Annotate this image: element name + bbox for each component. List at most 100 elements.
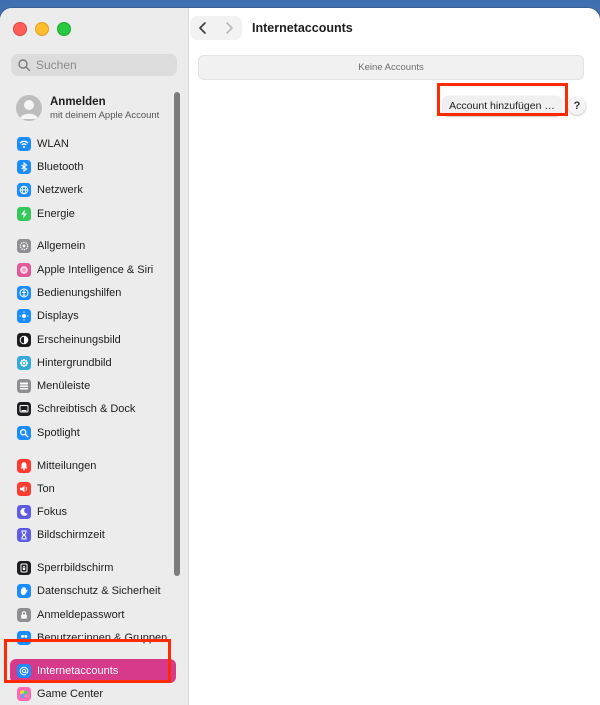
add-account-button[interactable]: Account hinzufügen … bbox=[443, 96, 561, 116]
nav-group-separator bbox=[10, 547, 176, 557]
nav-group-separator bbox=[10, 650, 176, 660]
person-icon bbox=[20, 100, 38, 119]
sidebar-item-menüleiste[interactable]: Menüleiste bbox=[10, 374, 176, 397]
siri-icon bbox=[17, 262, 31, 277]
sidebar-item-label: Bluetooth bbox=[37, 160, 84, 173]
nav-group-separator bbox=[10, 225, 176, 235]
at-icon bbox=[17, 663, 31, 678]
search-field[interactable] bbox=[11, 54, 177, 76]
avatar bbox=[16, 95, 42, 121]
magnifier-icon bbox=[17, 425, 31, 440]
signin-subtitle: mit deinem Apple Account bbox=[50, 109, 160, 121]
gamecenter-icon bbox=[17, 687, 31, 702]
sidebar-item-label: Datenschutz & Sicherheit bbox=[37, 585, 161, 598]
sidebar-item-label: Ton bbox=[37, 482, 55, 495]
sidebar-item-apple-intelligence-siri[interactable]: Apple Intelligence & Siri bbox=[10, 258, 176, 281]
sidebar-item-label: Bildschirmzeit bbox=[37, 529, 105, 542]
sidebar-item-label: Sperrbildschirm bbox=[37, 562, 114, 575]
window-controls bbox=[13, 22, 71, 36]
menubar-icon bbox=[17, 379, 31, 394]
sidebar-item-benutzer-innen-gruppen[interactable]: Benutzer:innen & Gruppen bbox=[10, 626, 176, 649]
sidebar-item-label: Mitteilungen bbox=[37, 459, 97, 472]
history-buttons bbox=[190, 16, 242, 40]
sidebar-item-bildschirmzeit[interactable]: Bildschirmzeit bbox=[10, 524, 176, 547]
accounts-list-empty: Keine Accounts bbox=[198, 55, 584, 80]
sidebar-item-game-center[interactable]: Game Center bbox=[10, 683, 176, 705]
sidebar-item-label: WLAN bbox=[37, 137, 69, 150]
sidebar-nav: WLAN Bluetooth Netzwerk Energie Allgemein App… bbox=[10, 132, 176, 705]
hourglass-icon bbox=[17, 528, 31, 543]
sidebar-item-wlan[interactable]: WLAN bbox=[10, 132, 176, 155]
sidebar-item-label: Spotlight bbox=[37, 426, 80, 439]
sidebar-item-label: Energie bbox=[37, 207, 75, 220]
sidebar-item-label: Game Center bbox=[37, 688, 104, 701]
sidebar-item-datenschutz-sicherheit[interactable]: Datenschutz & Sicherheit bbox=[10, 580, 176, 603]
sidebar-item-label: Displays bbox=[37, 310, 79, 323]
speaker-icon bbox=[17, 481, 31, 496]
bluetooth-icon bbox=[17, 159, 31, 174]
appearance-icon bbox=[17, 332, 31, 347]
close-window-button[interactable] bbox=[13, 22, 27, 36]
add-account-label: Account hinzufügen … bbox=[449, 100, 555, 112]
sidebar-item-allgemein[interactable]: Allgemein bbox=[10, 235, 176, 258]
search-icon bbox=[18, 59, 31, 72]
sidebar-item-label: Menüleiste bbox=[37, 380, 91, 393]
lock-icon bbox=[17, 607, 31, 622]
sidebar-item-schreibtisch-dock[interactable]: Schreibtisch & Dock bbox=[10, 398, 176, 421]
help-label: ? bbox=[573, 100, 581, 112]
hand-icon bbox=[17, 584, 31, 599]
apple-account-signin[interactable]: Anmelden mit deinem Apple Account bbox=[16, 92, 181, 124]
sidebar-item-label: Hintergrundbild bbox=[37, 356, 112, 369]
sidebar-item-label: Netzwerk bbox=[37, 184, 83, 197]
sidebar-item-displays[interactable]: Displays bbox=[10, 305, 176, 328]
sidebar-item-sperrbildschirm[interactable]: Sperrbildschirm bbox=[10, 557, 176, 580]
sidebar-item-bluetooth[interactable]: Bluetooth bbox=[10, 155, 176, 178]
search-input[interactable] bbox=[36, 58, 166, 72]
sidebar-item-label: Internetaccounts bbox=[37, 664, 119, 677]
chevron-right-icon bbox=[226, 22, 233, 34]
dock-icon bbox=[17, 402, 31, 417]
sidebar-item-ton[interactable]: Ton bbox=[10, 477, 176, 500]
sidebar-item-label: Apple Intelligence & Siri bbox=[37, 263, 154, 276]
sidebar-item-label: Schreibtisch & Dock bbox=[37, 403, 136, 416]
bell-icon bbox=[17, 458, 31, 473]
wifi-icon bbox=[17, 136, 31, 151]
sidebar-item-mitteilungen[interactable]: Mitteilungen bbox=[10, 454, 176, 477]
sidebar-item-label: Anmeldepasswort bbox=[37, 608, 125, 621]
empty-state-text: Keine Accounts bbox=[358, 62, 424, 73]
wallpaper-icon bbox=[17, 355, 31, 370]
toolbar: Internetaccounts bbox=[188, 8, 600, 48]
sun-icon bbox=[17, 309, 31, 324]
sidebar-item-spotlight[interactable]: Spotlight bbox=[10, 421, 176, 444]
moon-icon bbox=[17, 505, 31, 520]
sidebar-item-label: Bedienungshilfen bbox=[37, 286, 122, 299]
signin-title: Anmelden bbox=[50, 95, 106, 108]
help-button[interactable]: ? bbox=[568, 97, 586, 115]
sidebar-item-bedienungshilfen[interactable]: Bedienungshilfen bbox=[10, 281, 176, 304]
users-icon bbox=[17, 631, 31, 646]
sidebar-item-label: Benutzer:innen & Gruppen bbox=[37, 632, 168, 645]
lock-screen-icon bbox=[17, 561, 31, 576]
zoom-window-button[interactable] bbox=[57, 22, 71, 36]
accessibility-icon bbox=[17, 285, 31, 300]
sidebar-scrollbar[interactable] bbox=[174, 92, 180, 576]
globe-icon bbox=[17, 183, 31, 198]
sidebar-item-energie[interactable]: Energie bbox=[10, 202, 176, 225]
sidebar-item-hintergrundbild[interactable]: Hintergrundbild bbox=[10, 351, 176, 374]
sidebar-item-fokus[interactable]: Fokus bbox=[10, 500, 176, 523]
minimize-window-button[interactable] bbox=[35, 22, 49, 36]
sidebar-item-anmeldepasswort[interactable]: Anmeldepasswort bbox=[10, 603, 176, 626]
page-title: Internetaccounts bbox=[252, 21, 353, 35]
forward-button[interactable] bbox=[216, 16, 242, 40]
battery-icon bbox=[17, 206, 31, 221]
settings-window: Anmelden mit deinem Apple Account WLAN Bl… bbox=[0, 8, 600, 705]
sidebar: Anmelden mit deinem Apple Account WLAN Bl… bbox=[0, 8, 189, 705]
sidebar-item-internetaccounts[interactable]: Internetaccounts bbox=[10, 659, 176, 683]
sidebar-item-label: Fokus bbox=[37, 506, 67, 519]
sidebar-item-erscheinungsbild[interactable]: Erscheinungsbild bbox=[10, 328, 176, 351]
chevron-left-icon bbox=[199, 22, 206, 34]
sidebar-item-netzwerk[interactable]: Netzwerk bbox=[10, 179, 176, 202]
nav-group-separator bbox=[10, 444, 176, 454]
back-button[interactable] bbox=[190, 16, 216, 40]
gear-icon bbox=[17, 239, 31, 254]
